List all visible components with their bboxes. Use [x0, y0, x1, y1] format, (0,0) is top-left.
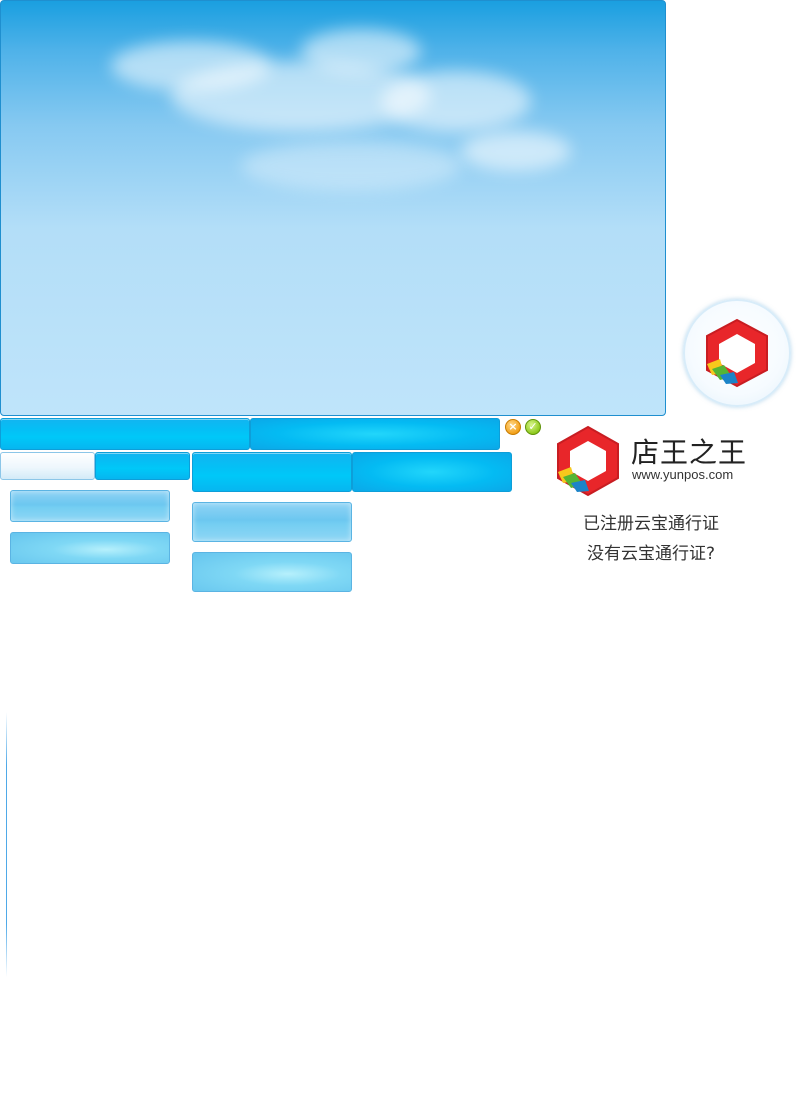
hexagon-logo-icon: [706, 318, 768, 388]
light-blue-button-1[interactable]: [10, 490, 170, 522]
check-icon[interactable]: ✓: [525, 419, 541, 435]
brand-name: 店王之王: [631, 436, 748, 469]
blue-small-button[interactable]: [95, 452, 190, 480]
brand-logo-icon: [557, 425, 619, 497]
cloud-shape: [241, 141, 461, 191]
brand-url: www.yunpos.com: [632, 467, 734, 482]
blue-medium-button-2[interactable]: [352, 452, 512, 492]
no-passport-link[interactable]: 没有云宝通行证?: [587, 543, 715, 565]
light-blue-button-2[interactable]: [10, 532, 170, 564]
close-icon[interactable]: ×: [505, 419, 521, 435]
white-small-button[interactable]: [0, 452, 95, 480]
light-blue-button-4[interactable]: [192, 552, 352, 592]
blue-medium-button-1[interactable]: [192, 452, 352, 492]
cloud-shape: [461, 131, 571, 171]
light-blue-button-3[interactable]: [192, 502, 352, 542]
sky-background-panel: [0, 0, 666, 416]
logo-badge: [683, 299, 791, 407]
blue-wide-button-2[interactable]: [250, 418, 500, 450]
vertical-divider: [6, 712, 7, 977]
cloud-shape: [301, 29, 421, 74]
cloud-shape: [381, 71, 531, 131]
registered-passport-link[interactable]: 已注册云宝通行证: [583, 513, 719, 535]
blue-wide-button-1[interactable]: [0, 418, 250, 450]
